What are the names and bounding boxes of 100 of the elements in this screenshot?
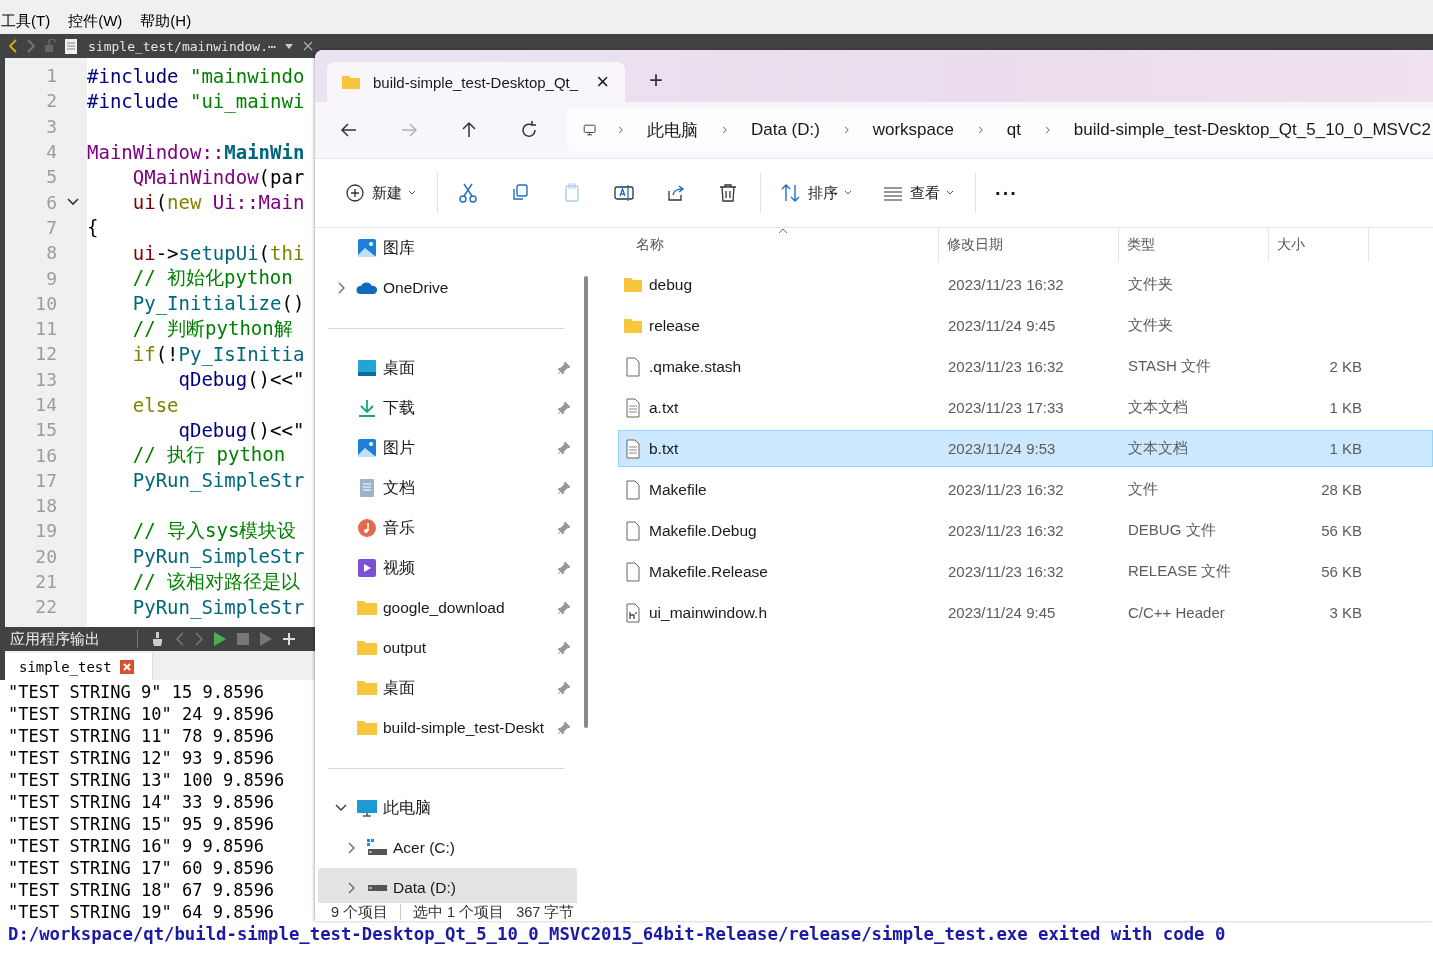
output-line: "TEST STRING 17" 60 9.8596: [8, 857, 275, 879]
nav-item[interactable]: 视频: [318, 548, 577, 588]
column-header[interactable]: 大小: [1269, 228, 1369, 262]
file-date: 2023/11/24 9:45: [948, 317, 1056, 334]
file-date: 2023/11/23 16:32: [948, 481, 1064, 498]
breadcrumb-item[interactable]: workspace: [870, 120, 956, 140]
column-header[interactable]: 名称: [618, 228, 939, 262]
nav-item[interactable]: build-simple_test-Deskt: [318, 708, 577, 748]
address-bar[interactable]: 此电脑 Data (D:) workspace qt build-simple_test-Desktop_Qt_5_10_0_MSVC2: [567, 108, 1433, 152]
line-number: 19: [34, 520, 57, 542]
file-row[interactable]: debug 2023/11/23 16:32 文件夹: [618, 266, 1433, 303]
file-row[interactable]: a.txt 2023/11/23 17:33 文本文档 1 KB: [618, 389, 1433, 426]
file-size: 2 KB: [1329, 358, 1362, 375]
file-name: Makefile.Release: [649, 562, 768, 581]
file-name: ui_mainwindow.h: [649, 603, 768, 622]
pin-icon[interactable]: [557, 481, 571, 495]
new-tab-button[interactable]: +: [645, 66, 667, 94]
close-tab-button[interactable]: ×: [594, 71, 611, 93]
output-line: "TEST STRING 9" 15 9.8596: [8, 681, 264, 703]
nav-item[interactable]: Data (D:): [318, 868, 577, 903]
nav-item[interactable]: google_download: [318, 588, 577, 628]
file-row[interactable]: .qmake.stash 2023/11/23 16:32 STASH 文件 2 KB: [618, 348, 1433, 385]
nav-item[interactable]: 图片: [318, 428, 577, 468]
pin-icon[interactable]: [557, 601, 571, 615]
more-button[interactable]: ···: [986, 173, 1027, 213]
pin-icon[interactable]: [557, 561, 571, 575]
nav-item[interactable]: output: [318, 628, 577, 668]
nav-item[interactable]: 音乐: [318, 508, 577, 548]
file-size: 1 KB: [1329, 399, 1362, 416]
code-line: PyRun_SimpleStr: [131, 545, 305, 568]
scrollbar-thumb[interactable]: [584, 276, 588, 728]
next-icon[interactable]: [194, 632, 204, 646]
view-button[interactable]: 查看: [873, 173, 963, 213]
close-icon[interactable]: [119, 659, 134, 674]
file-icon: [623, 602, 643, 623]
file-row[interactable]: b.txt 2023/11/24 9:53 文本文档 1 KB: [618, 430, 1433, 467]
drive-icon: [366, 884, 388, 892]
pin-icon[interactable]: [557, 401, 571, 415]
line-number: 1: [45, 65, 57, 87]
nav-item[interactable]: 下载: [318, 388, 577, 428]
column-header[interactable]: 修改日期: [939, 228, 1119, 262]
code-line: // 判断python解: [131, 315, 293, 341]
menu-item[interactable]: 控件(W): [67, 11, 124, 31]
code-line: Py_Initialize(): [131, 292, 305, 315]
breadcrumb-item[interactable]: build-simple_test-Desktop_Qt_5_10_0_MSVC2: [1071, 120, 1433, 140]
pin-icon[interactable]: [557, 681, 571, 695]
explorer-tab[interactable]: build-simple_test-Desktop_Qt_ ×: [327, 62, 625, 102]
stop-icon[interactable]: [236, 632, 250, 646]
previous-icon[interactable]: [175, 632, 185, 646]
file-row[interactable]: Makefile.Release 2023/11/23 16:32 RELEASE 文件 56 KB: [618, 553, 1433, 590]
file-icon: [623, 356, 643, 377]
close-icon[interactable]: [301, 40, 314, 52]
nav-item[interactable]: 此电脑: [318, 788, 577, 828]
back-icon[interactable]: [8, 39, 18, 53]
plus-icon[interactable]: [282, 632, 296, 646]
file-date: 2023/11/24 9:45: [948, 604, 1056, 621]
debug-run-icon[interactable]: [259, 631, 273, 647]
file-row[interactable]: ui_mainwindow.h 2023/11/24 9:45 C/C++ Header 3 KB: [618, 594, 1433, 631]
nav-item[interactable]: 桌面: [318, 348, 577, 388]
code-line: PyRun_SimpleStr: [131, 595, 305, 618]
chevron-right-icon[interactable]: [347, 882, 355, 894]
file-date: 2023/11/23 16:32: [948, 522, 1064, 539]
file-row[interactable]: Makefile 2023/11/23 16:32 文件 28 KB: [618, 471, 1433, 508]
breadcrumb-item[interactable]: qt: [1004, 120, 1023, 140]
fold-icon[interactable]: [67, 198, 79, 207]
menu-item[interactable]: 帮助(H): [139, 11, 193, 31]
line-number: 13: [34, 368, 57, 390]
run-icon[interactable]: [213, 631, 227, 647]
new-button[interactable]: 新建: [335, 173, 425, 213]
file-selector[interactable]: simple_test/mainwindow.⋯: [88, 38, 276, 54]
column-header[interactable]: 类型: [1119, 228, 1269, 262]
refresh-icon[interactable]: [519, 120, 539, 140]
pin-icon[interactable]: [557, 641, 571, 655]
file-row[interactable]: release 2023/11/24 9:45 文件夹: [618, 307, 1433, 344]
sort-button[interactable]: 排序: [771, 173, 861, 213]
code-line: ui(new Ui::Main: [131, 191, 305, 214]
file-row[interactable]: Makefile.Debug 2023/11/23 16:32 DEBUG 文件 56 KB: [618, 512, 1433, 549]
menu-item[interactable]: 工具(T): [0, 11, 52, 31]
forward-icon[interactable]: [26, 39, 36, 53]
nav-item[interactable]: 文档: [318, 468, 577, 508]
nav-item[interactable]: 桌面: [318, 668, 577, 708]
line-number: 12: [34, 343, 57, 365]
output-tab[interactable]: simple_test: [5, 653, 153, 680]
nav-item[interactable]: Acer (C:): [318, 828, 577, 868]
folder-icon: [356, 678, 378, 698]
pin-icon[interactable]: [557, 721, 571, 735]
chevron-right-icon[interactable]: [347, 842, 355, 854]
line-number: 22: [34, 596, 57, 618]
pin-icon[interactable]: [557, 521, 571, 535]
dropdown-icon[interactable]: [283, 42, 294, 50]
file-type: 文件夹: [1128, 275, 1173, 292]
breadcrumb-item[interactable]: 此电脑: [645, 118, 701, 142]
breadcrumb-item[interactable]: Data (D:): [748, 120, 822, 140]
pin-icon[interactable]: [557, 441, 571, 455]
nav-item[interactable]: 图库: [318, 228, 577, 268]
nav-item[interactable]: OneDrive: [318, 268, 577, 308]
code-line: qDebug()<<": [177, 418, 305, 441]
pin-icon[interactable]: [557, 361, 571, 375]
chevron-right-icon[interactable]: [337, 282, 345, 294]
chevron-down-icon[interactable]: [335, 804, 347, 812]
